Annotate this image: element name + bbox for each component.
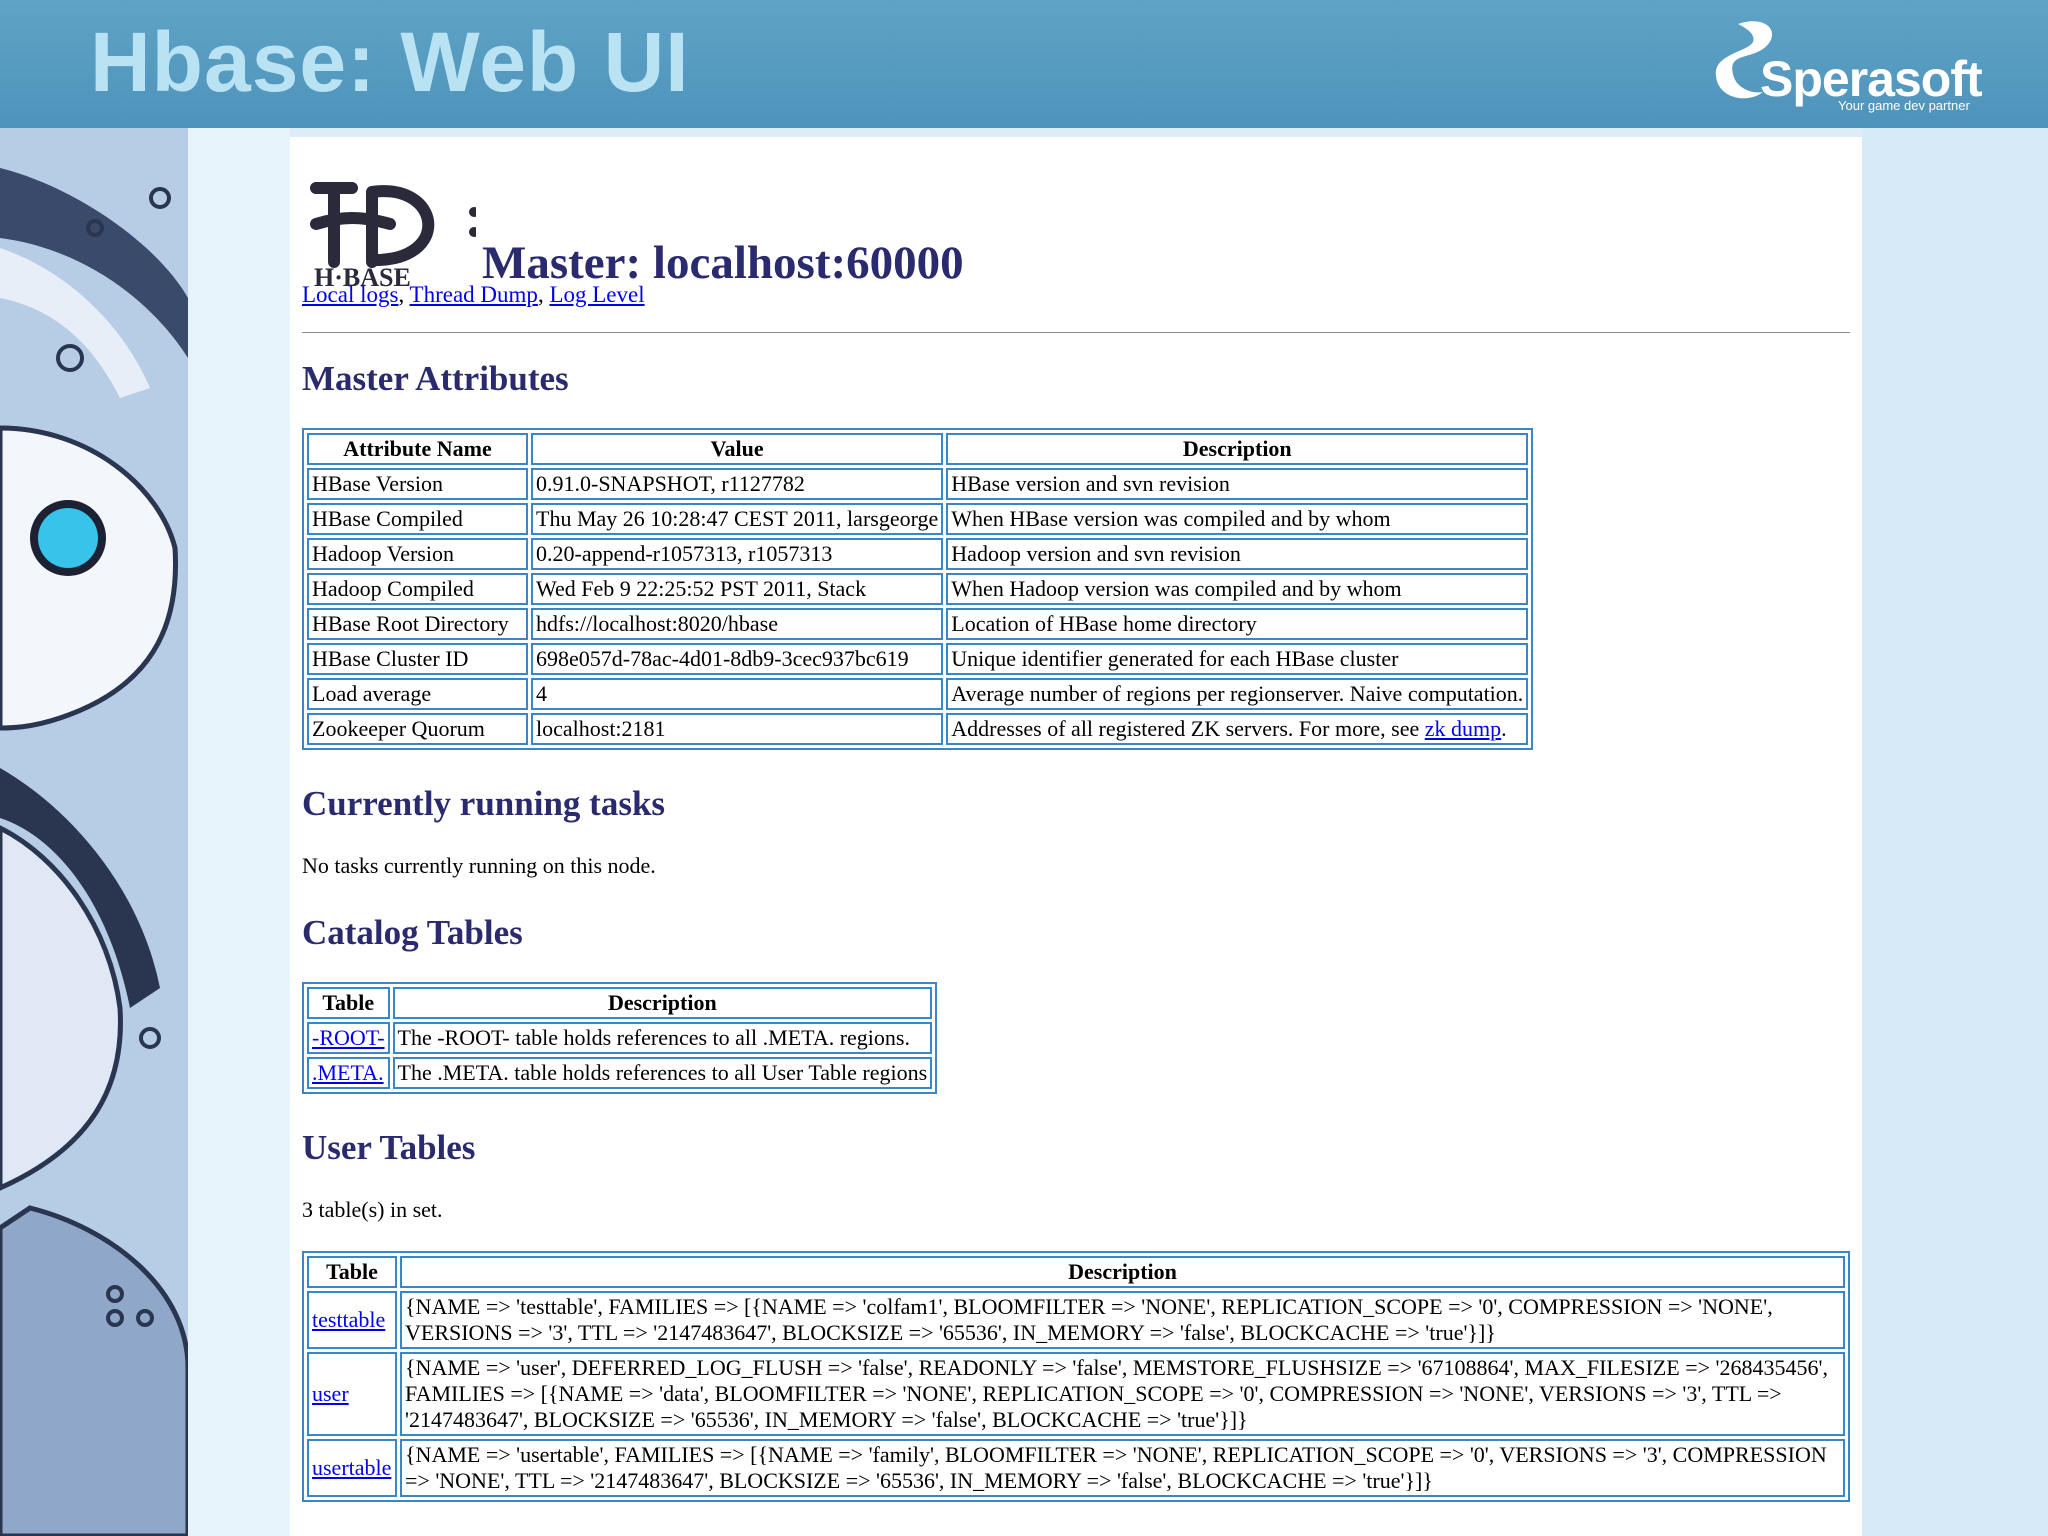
- slide-background-strip: [188, 128, 290, 1536]
- table-row: testtable {NAME => 'testtable', FAMILIES…: [307, 1291, 1845, 1349]
- attribute-value: 0.91.0-SNAPSHOT, r1127782: [531, 468, 944, 500]
- attribute-description: Average number of regions per regionserv…: [946, 678, 1529, 710]
- table-header-row: Table Description: [307, 1256, 1845, 1288]
- table-header-row: Attribute Name Value Description: [307, 433, 1529, 465]
- table-header-row: Table Description: [307, 987, 933, 1019]
- master-title: Master: localhost:60000: [482, 237, 964, 289]
- attribute-value: localhost:2181: [531, 713, 944, 745]
- attribute-name: Zookeeper Quorum: [307, 713, 528, 745]
- attribute-description: Hadoop version and svn revision: [946, 538, 1529, 570]
- table-row: -ROOT- The -ROOT- table holds references…: [307, 1022, 933, 1054]
- master-attributes-heading: Master Attributes: [302, 359, 569, 398]
- attribute-description: Addresses of all registered ZK servers. …: [946, 713, 1529, 745]
- attribute-value: 4: [531, 678, 944, 710]
- divider: [302, 332, 1850, 333]
- thread-dump-link[interactable]: Thread Dump: [410, 282, 538, 307]
- table-row: user {NAME => 'user', DEFERRED_LOG_FLUSH…: [307, 1352, 1845, 1436]
- robot-illustration: [0, 128, 188, 1536]
- root-table-link[interactable]: -ROOT-: [312, 1025, 385, 1050]
- table-row: Zookeeper Quorum localhost:2181 Addresse…: [307, 713, 1529, 745]
- attribute-description: Location of HBase home directory: [946, 608, 1529, 640]
- zk-dump-link[interactable]: zk dump: [1425, 716, 1501, 741]
- table-row: .META. The .META. table holds references…: [307, 1057, 933, 1089]
- catalog-description: The -ROOT- table holds references to all…: [392, 1022, 933, 1054]
- column-header: Description: [946, 433, 1529, 465]
- running-tasks-text: No tasks currently running on this node.: [302, 853, 656, 878]
- attribute-description: Unique identifier generated for each HBa…: [946, 643, 1529, 675]
- attribute-name: HBase Version: [307, 468, 528, 500]
- hbase-web-ui-panel: H·BASE Master: localhost:60000 Local log…: [290, 137, 1862, 1536]
- user-table-link[interactable]: user: [312, 1381, 349, 1406]
- attribute-value: 0.20-append-r1057313, r1057313: [531, 538, 944, 570]
- column-header: Table: [307, 1256, 397, 1288]
- slide-title: Hbase: Web UI: [90, 15, 690, 109]
- catalog-table-cell: .META.: [307, 1057, 390, 1089]
- attribute-value: hdfs://localhost:8020/hbase: [531, 608, 944, 640]
- user-table-cell: usertable: [307, 1439, 397, 1497]
- table-row: HBase Root Directory hdfs://localhost:80…: [307, 608, 1529, 640]
- user-table-cell: user: [307, 1352, 397, 1436]
- user-table-description: {NAME => 'testtable', FAMILIES => [{NAME…: [400, 1291, 1845, 1349]
- attribute-description: When HBase version was compiled and by w…: [946, 503, 1529, 535]
- meta-table-link[interactable]: .META.: [312, 1060, 384, 1085]
- attribute-description: When Hadoop version was compiled and by …: [946, 573, 1529, 605]
- attribute-name: HBase Root Directory: [307, 608, 528, 640]
- table-row: HBase Cluster ID 698e057d-78ac-4d01-8db9…: [307, 643, 1529, 675]
- log-level-link[interactable]: Log Level: [549, 282, 644, 307]
- robot-art-icon: [0, 128, 188, 1536]
- master-header: H·BASE Master: localhost:60000: [302, 172, 1850, 290]
- column-header: Attribute Name: [307, 433, 528, 465]
- attribute-value: 698e057d-78ac-4d01-8db9-3cec937bc619: [531, 643, 944, 675]
- attribute-value: Thu May 26 10:28:47 CEST 2011, larsgeorg…: [531, 503, 944, 535]
- running-tasks-heading: Currently running tasks: [302, 784, 666, 823]
- catalog-tables-heading: Catalog Tables: [302, 913, 523, 952]
- testtable-link[interactable]: testtable: [312, 1307, 385, 1332]
- top-links: Local logs, Thread Dump, Log Level: [302, 282, 645, 307]
- table-row: Hadoop Compiled Wed Feb 9 22:25:52 PST 2…: [307, 573, 1529, 605]
- user-table-description: {NAME => 'usertable', FAMILIES => [{NAME…: [400, 1439, 1845, 1497]
- catalog-tables-table: Table Description -ROOT- The -ROOT- tabl…: [302, 982, 938, 1094]
- hbase-logo-icon: H·BASE: [310, 182, 476, 290]
- table-row: usertable {NAME => 'usertable', FAMILIES…: [307, 1439, 1845, 1497]
- table-row: Load average 4 Average number of regions…: [307, 678, 1529, 710]
- column-header: Description: [400, 1256, 1845, 1288]
- usertable-link[interactable]: usertable: [312, 1455, 391, 1480]
- attribute-value: Wed Feb 9 22:25:52 PST 2011, Stack: [531, 573, 944, 605]
- slide-background-right: [1862, 128, 2048, 1536]
- description-text: Addresses of all registered ZK servers. …: [951, 716, 1425, 741]
- description-end: .: [1501, 716, 1507, 741]
- attribute-name: Hadoop Compiled: [307, 573, 528, 605]
- user-tables-table: Table Description testtable {NAME => 'te…: [302, 1251, 1850, 1502]
- table-row: HBase Version 0.91.0-SNAPSHOT, r1127782 …: [307, 468, 1529, 500]
- column-header: Description: [392, 987, 933, 1019]
- user-table-description: {NAME => 'user', DEFERRED_LOG_FLUSH => '…: [400, 1352, 1845, 1436]
- attribute-name: HBase Cluster ID: [307, 643, 528, 675]
- local-logs-link[interactable]: Local logs: [302, 282, 398, 307]
- master-attributes-table: Attribute Name Value Description HBase V…: [302, 428, 1534, 750]
- attribute-description: HBase version and svn revision: [946, 468, 1529, 500]
- table-row: Hadoop Version 0.20-append-r1057313, r10…: [307, 538, 1529, 570]
- column-header: Value: [531, 433, 944, 465]
- user-tables-heading: User Tables: [302, 1128, 476, 1167]
- user-table-cell: testtable: [307, 1291, 397, 1349]
- attribute-name: Hadoop Version: [307, 538, 528, 570]
- catalog-description: The .META. table holds references to all…: [392, 1057, 933, 1089]
- user-tables-count: 3 table(s) in set.: [302, 1197, 443, 1222]
- catalog-table-cell: -ROOT-: [307, 1022, 390, 1054]
- column-header: Table: [307, 987, 390, 1019]
- sperasoft-logo: Sperasoft Your game dev partner: [1708, 14, 1988, 114]
- attribute-name: Load average: [307, 678, 528, 710]
- attribute-name: HBase Compiled: [307, 503, 528, 535]
- brand-tagline: Your game dev partner: [1838, 98, 1970, 113]
- table-row: HBase Compiled Thu May 26 10:28:47 CEST …: [307, 503, 1529, 535]
- slide-header: Hbase: Web UI Sperasoft Your game dev pa…: [0, 0, 2048, 128]
